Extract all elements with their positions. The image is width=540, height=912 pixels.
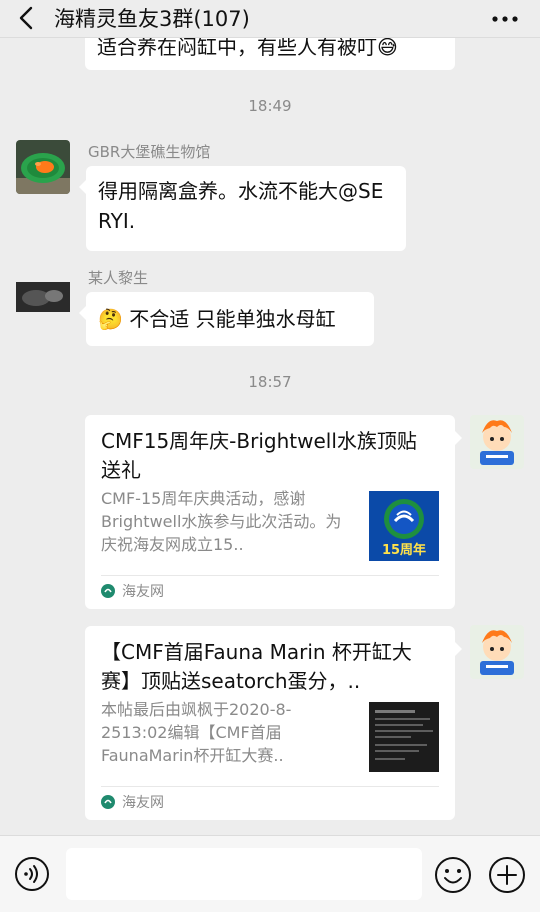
card-description: CMF-15周年庆典活动，感谢Brightwell水族参与此次活动。为庆祝海友网… bbox=[101, 489, 342, 554]
message-bubble-partial[interactable]: 适合养在闷缸中，有些人有被叮😅 bbox=[85, 38, 455, 70]
timestamp: 18:49 bbox=[248, 97, 292, 115]
anniversary-thumbnail-icon: 15周年 bbox=[369, 491, 439, 561]
message-bubble[interactable]: 🤔 不合适 只能单独水母缸 bbox=[79, 292, 374, 346]
message-text: 不合适 只能单独水母缸 bbox=[129, 307, 336, 331]
input-bar bbox=[0, 835, 540, 912]
card-title: 【CMF首届Fauna Marin 杯开缸大赛】顶贴送seatorch蛋分，.. bbox=[101, 640, 412, 693]
dark-photo-avatar-icon bbox=[16, 278, 70, 332]
cartoon-avatar-icon bbox=[470, 625, 524, 679]
message-list[interactable]: 适合养在闷缸中，有些人有被叮😅 18:49 GBR大堡礁生物馆 得用隔离盒养。水… bbox=[0, 38, 540, 835]
card-source-name: 海友网 bbox=[122, 795, 164, 811]
back-arrow-icon[interactable] bbox=[14, 4, 42, 32]
voice-input-icon[interactable] bbox=[14, 856, 50, 892]
message-text: 得用隔离盒养。水流不能大@SERYI. bbox=[98, 179, 384, 233]
thinking-emoji-icon: 🤔 bbox=[98, 307, 123, 331]
sender-name: GBR大堡礁生物馆 bbox=[88, 143, 211, 161]
chat-title: 海精灵鱼友3群(107) bbox=[54, 7, 250, 31]
card-source: 海友网 bbox=[101, 794, 164, 812]
card-divider bbox=[101, 575, 439, 576]
sender-name: 某人黎生 bbox=[88, 269, 149, 287]
message-text: 适合养在闷缸中，有些人有被叮😅 bbox=[97, 38, 398, 59]
plus-icon[interactable] bbox=[488, 856, 526, 894]
card-title: CMF15周年庆-Brightwell水族顶贴送礼 bbox=[101, 429, 417, 482]
message-bubble[interactable]: 得用隔离盒养。水流不能大@SERYI. bbox=[79, 166, 406, 251]
forum-screenshot-thumbnail-icon bbox=[369, 702, 439, 772]
haiyou-logo-icon bbox=[101, 584, 115, 598]
card-description: 本帖最后由飒枫于2020-8-2513:02编辑【CMF首届FaunaMarin… bbox=[101, 700, 292, 765]
timestamp: 18:57 bbox=[248, 373, 292, 391]
more-options-icon[interactable] bbox=[490, 6, 520, 32]
avatar[interactable] bbox=[16, 140, 70, 194]
cartoon-avatar-icon bbox=[470, 415, 524, 469]
emoji-icon[interactable] bbox=[434, 856, 472, 894]
haiyou-logo-icon bbox=[101, 795, 115, 809]
avatar[interactable] bbox=[470, 625, 524, 679]
svg-text:15周年: 15周年 bbox=[382, 542, 426, 558]
coral-avatar-icon bbox=[16, 140, 70, 194]
card-source-name: 海友网 bbox=[122, 584, 164, 600]
avatar[interactable] bbox=[470, 415, 524, 469]
card-divider bbox=[101, 786, 439, 787]
chat-header: 海精灵鱼友3群(107) bbox=[0, 0, 540, 38]
message-input[interactable] bbox=[66, 848, 422, 900]
link-card[interactable]: CMF15周年庆-Brightwell水族顶贴送礼 CMF-15周年庆典活动，感… bbox=[85, 415, 462, 609]
card-source: 海友网 bbox=[101, 583, 164, 601]
avatar[interactable] bbox=[16, 278, 70, 332]
link-card[interactable]: 【CMF首届Fauna Marin 杯开缸大赛】顶贴送seatorch蛋分，..… bbox=[85, 626, 462, 820]
